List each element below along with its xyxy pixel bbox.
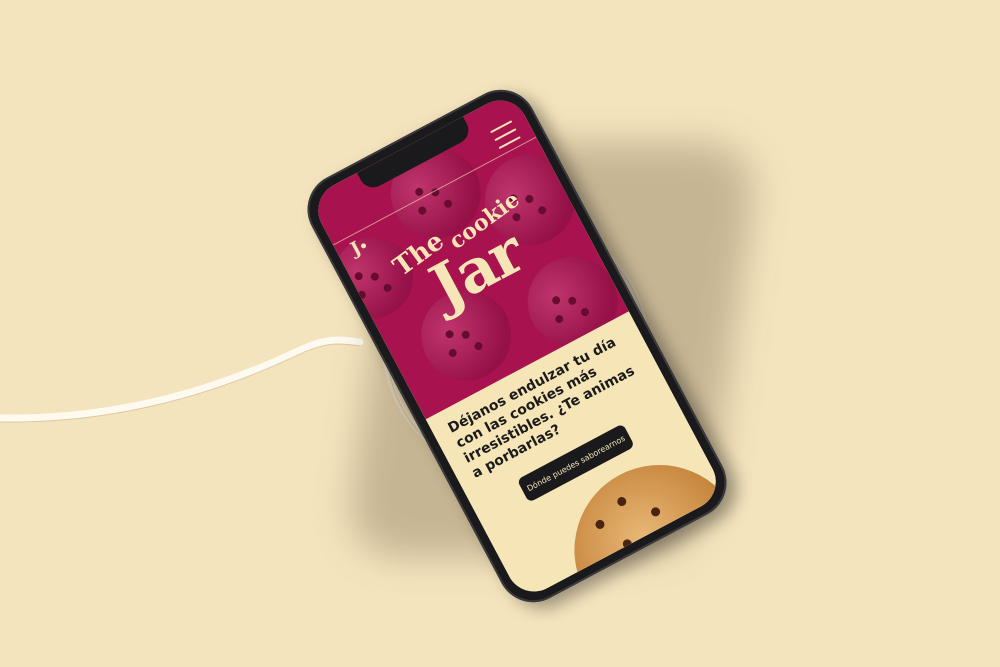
hamburger-menu-icon[interactable]	[490, 120, 521, 150]
chocolate-chip	[615, 495, 628, 508]
chocolate-chip	[649, 505, 662, 518]
chocolate-chip	[593, 518, 607, 531]
scene: J Thecookie Jar Déjanos endulzar tu día …	[0, 0, 1000, 667]
